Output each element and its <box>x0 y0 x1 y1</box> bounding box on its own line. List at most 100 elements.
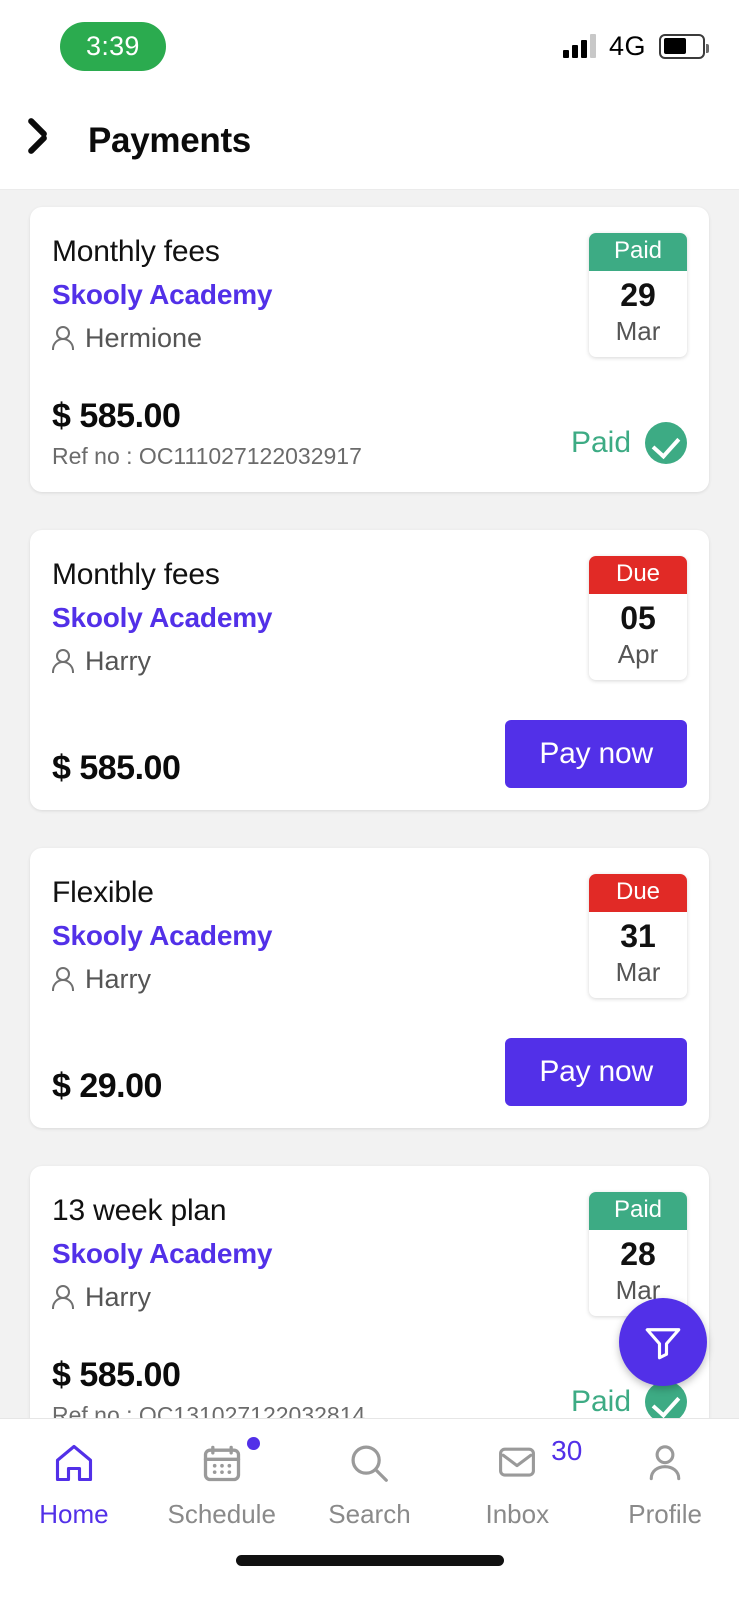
status-time: 3:39 <box>60 21 166 71</box>
inbox-count-badge: 30 <box>551 1435 583 1466</box>
filter-funnel-icon <box>645 1328 681 1360</box>
payment-amount: $ 585.00 <box>52 1356 181 1394</box>
student-name: Harry <box>85 964 151 994</box>
card-info: Flexible Skooly Academy Harry <box>52 874 272 995</box>
app-bar: Payments <box>0 92 739 190</box>
back-icon[interactable] <box>40 121 66 161</box>
card-footer: $ 585.00 Pay now <box>52 720 687 788</box>
pay-now-button[interactable]: Pay now <box>505 720 687 788</box>
payment-card[interactable]: Monthly fees Skooly Academy Hermione Pai… <box>30 207 709 492</box>
school-link[interactable]: Skooly Academy <box>52 1238 272 1270</box>
date-badge-day: 31 <box>620 918 656 954</box>
date-badge-month: Mar <box>615 316 661 346</box>
amount-block: $ 585.00 Ref no : OC111027122032917 <box>52 397 362 470</box>
plan-title: Monthly fees <box>52 235 220 268</box>
card-header: 13 week plan Skooly Academy Harry Paid 2… <box>52 1192 687 1316</box>
payment-card[interactable]: Flexible Skooly Academy Harry Due 31 Mar… <box>30 848 709 1128</box>
calendar-icon <box>203 1445 240 1482</box>
nav-label-search: Search <box>328 1499 411 1529</box>
amount-block: $ 585.00 <box>52 749 181 788</box>
signal-bars-icon <box>562 34 596 58</box>
date-badge-tag: Due <box>589 874 687 912</box>
date-badge-month: Apr <box>617 639 659 669</box>
page-title: Payments <box>88 120 251 160</box>
person-icon <box>52 648 74 675</box>
date-badge-tag: Paid <box>589 1192 687 1230</box>
student-row: Harry <box>52 646 272 677</box>
envelope-icon-wrap: 30 <box>496 1435 582 1487</box>
date-badge: Due 31 Mar <box>589 874 687 998</box>
date-badge-day: 28 <box>620 1236 656 1272</box>
nav-label-profile: Profile <box>628 1499 702 1529</box>
nav-label-home: Home <box>39 1499 109 1529</box>
payments-list[interactable]: Monthly fees Skooly Academy Hermione Pai… <box>0 190 739 1440</box>
home-icon <box>55 1444 92 1482</box>
date-badge-tag: Due <box>589 556 687 594</box>
schedule-notification-dot <box>246 1437 260 1450</box>
school-link[interactable]: Skooly Academy <box>52 279 272 311</box>
card-footer: $ 585.00 Ref no : OC111027122032917 Paid <box>52 397 687 470</box>
reference-number: Ref no : OC111027122032917 <box>52 443 362 469</box>
payment-card[interactable]: 13 week plan Skooly Academy Harry Paid 2… <box>30 1166 709 1440</box>
student-name: Harry <box>85 1282 151 1312</box>
plan-title: 13 week plan <box>52 1194 227 1227</box>
search-icon <box>351 1445 389 1482</box>
status-bar: 3:39 4G <box>0 0 739 92</box>
paid-status-label: Paid <box>570 426 631 459</box>
nav-item-search[interactable]: Search <box>296 1439 444 1530</box>
profile-icon-wrap <box>643 1439 687 1487</box>
nav-item-home[interactable]: Home <box>0 1439 148 1530</box>
student-row: Harry <box>52 1282 272 1313</box>
check-circle-icon <box>645 422 687 464</box>
student-name: Harry <box>85 646 151 676</box>
card-footer: $ 29.00 Pay now <box>52 1038 687 1106</box>
plan-title: Flexible <box>52 876 154 909</box>
nav-label-inbox: Inbox <box>485 1499 550 1529</box>
date-badge-tag: Paid <box>589 233 687 271</box>
battery-icon <box>659 33 709 59</box>
date-badge-month: Mar <box>615 957 661 987</box>
student-name: Hermione <box>85 323 203 353</box>
person-icon <box>52 1284 74 1311</box>
payment-amount: $ 29.00 <box>52 1067 162 1105</box>
card-info: Monthly fees Skooly Academy Hermione <box>52 233 272 354</box>
search-icon-wrap <box>346 1439 392 1487</box>
amount-block: $ 29.00 <box>52 1067 162 1106</box>
filter-button[interactable] <box>619 1298 707 1386</box>
pay-now-button[interactable]: Pay now <box>505 1038 687 1106</box>
bottom-navigation: Home Schedule Search 30 Inbox Profile <box>0 1418 739 1600</box>
card-header: Flexible Skooly Academy Harry Due 31 Mar <box>52 874 687 998</box>
date-badge: Paid 28 Mar <box>589 1192 687 1316</box>
person-icon <box>52 966 74 993</box>
person-icon <box>649 1445 681 1481</box>
date-badge-day: 05 <box>620 600 656 636</box>
nav-item-schedule[interactable]: Schedule <box>148 1437 296 1530</box>
payment-amount: $ 585.00 <box>52 749 181 787</box>
card-header: Monthly fees Skooly Academy Hermione Pai… <box>52 233 687 357</box>
card-info: Monthly fees Skooly Academy Harry <box>52 556 272 677</box>
calendar-icon-wrap <box>200 1437 260 1487</box>
network-type-label: 4G <box>608 30 646 61</box>
person-icon <box>52 325 74 352</box>
check-circle-icon <box>645 1381 687 1423</box>
student-row: Hermione <box>52 323 272 354</box>
home-indicator <box>235 1555 504 1566</box>
nav-item-profile[interactable]: Profile <box>591 1439 739 1530</box>
nav-label-schedule: Schedule <box>167 1499 276 1529</box>
date-badge: Paid 29 Mar <box>589 233 687 357</box>
home-icon-wrap <box>51 1439 97 1487</box>
status-indicators: 4G <box>562 30 709 62</box>
card-info: 13 week plan Skooly Academy Harry <box>52 1192 272 1313</box>
payment-card[interactable]: Monthly fees Skooly Academy Harry Due 05… <box>30 530 709 810</box>
payment-amount: $ 585.00 <box>52 397 181 435</box>
nav-item-inbox[interactable]: 30 Inbox <box>443 1435 591 1530</box>
date-badge-day: 29 <box>620 277 656 313</box>
phone-screen: 3:39 4G Payments Monthly fees Skooly Aca… <box>0 0 739 1600</box>
paid-status: Paid <box>571 422 687 470</box>
student-row: Harry <box>52 964 272 995</box>
school-link[interactable]: Skooly Academy <box>52 602 272 634</box>
paid-status-label: Paid <box>570 1385 631 1418</box>
plan-title: Monthly fees <box>52 558 220 591</box>
school-link[interactable]: Skooly Academy <box>52 920 272 952</box>
card-header: Monthly fees Skooly Academy Harry Due 05… <box>52 556 687 680</box>
